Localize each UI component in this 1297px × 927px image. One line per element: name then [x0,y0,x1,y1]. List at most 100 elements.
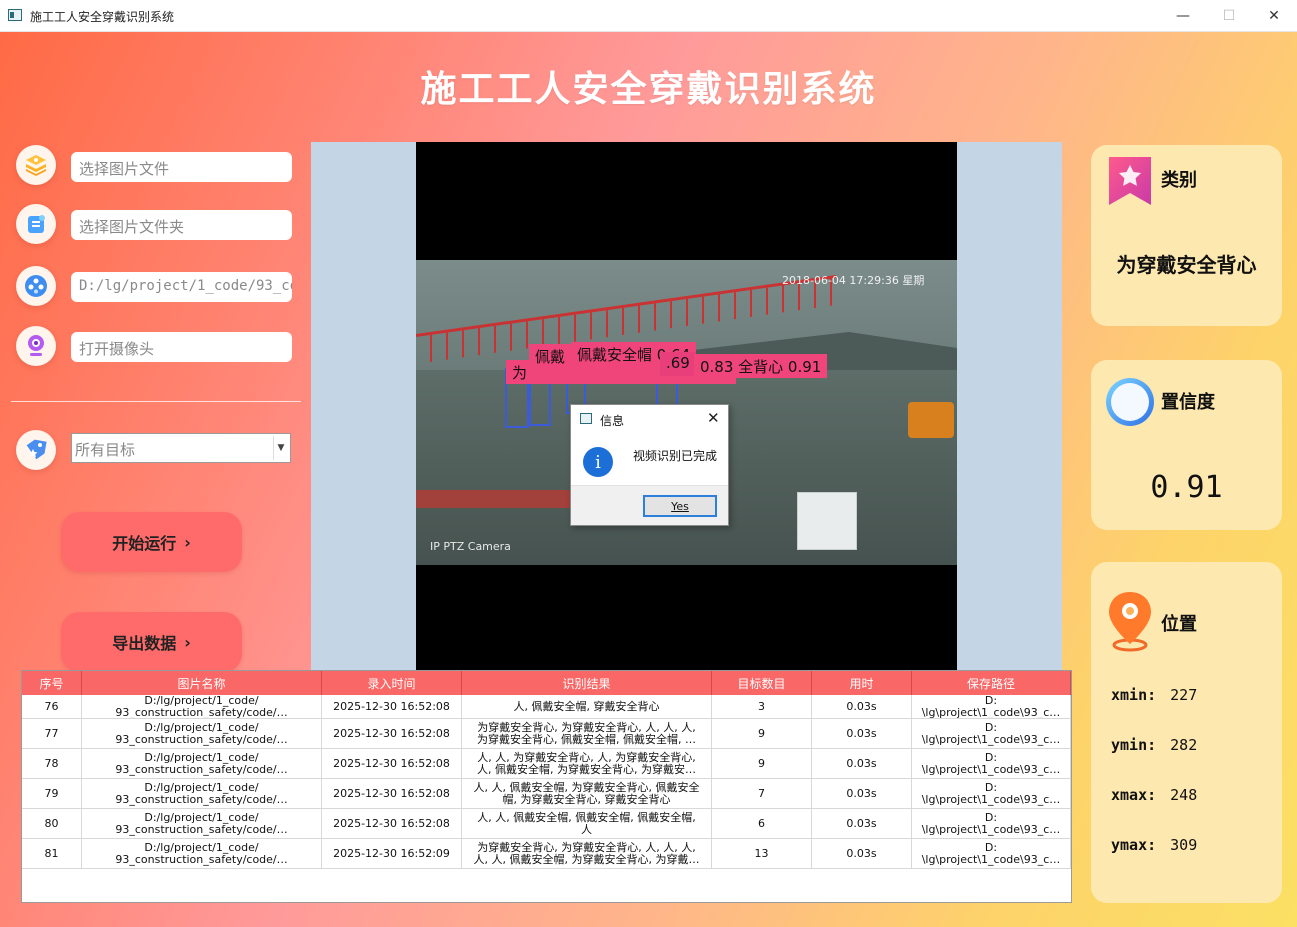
table-cell: D:/lg/project/1_code/ 93_construction_sa… [82,719,322,748]
column-header[interactable]: 目标数目 [712,671,812,695]
table-cell: D: \lg\project\1_code\93_c… [912,839,1071,868]
table-header: 序号 图片名称 录入时间 识别结果 目标数目 用时 保存路径 [22,671,1071,695]
yes-button[interactable]: Yes [643,495,717,517]
export-button-label: 导出数据 [112,634,177,653]
export-button[interactable]: 导出数据 › [61,612,242,672]
confidence-value: 0.91 [1150,470,1223,505]
chevron-down-icon[interactable]: ▼ [273,436,288,460]
close-button[interactable]: ✕ [1251,0,1297,32]
table-row[interactable]: 77 D:/lg/project/1_code/ 93_construction_… [22,719,1071,749]
table-cell: D:/lg/project/1_code/ 93_construction_sa… [82,749,322,778]
xmax-label: xmax: [1111,786,1157,804]
start-button-label: 开始运行 [112,534,177,553]
table-cell: D:/lg/project/1_code/ 93_construction_sa… [82,809,322,838]
table-cell: D: \lg\project\1_code\93_c… [912,809,1071,838]
table-cell: D: \lg\project\1_code\93_c… [912,719,1071,748]
detection-label: 0.83 全背心 0.91 [694,354,828,378]
app-title: 施工工人安全穿戴识别系统 [420,69,877,110]
category-card: 类别 为穿戴安全背心 [1091,145,1282,326]
table-row[interactable]: 81 D:/lg/project/1_code/ 93_construction_… [22,839,1071,869]
folder-icon[interactable] [16,204,56,244]
chevron-right-icon: › [184,632,191,652]
ymax-label: ymax: [1111,836,1157,854]
table-cell: 6 [712,809,812,838]
column-header[interactable]: 序号 [22,671,82,695]
ymax-value: 309 [1170,836,1198,854]
xmax-row: xmax: 248 [1111,786,1197,804]
column-header[interactable]: 用时 [812,671,912,695]
table-cell: 2025-12-30 16:52:08 [322,695,462,718]
column-header[interactable]: 识别结果 [462,671,712,695]
table-cell: 81 [22,839,82,868]
table-cell: 人, 人, 为穿戴安全背心, 人, 为穿戴安全背心, 人, 佩戴安全帽, 为穿戴… [462,749,712,778]
video-icon[interactable] [16,266,56,306]
table-cell: 0.03s [812,779,912,808]
table-row[interactable]: 78 D:/lg/project/1_code/ 93_construction_… [22,749,1071,779]
table-cell: 2025-12-30 16:52:08 [322,749,462,778]
camera-label: IP PTZ Camera [430,540,511,553]
app-icon [580,413,592,424]
table-cell: 0.03s [812,695,912,718]
table-cell: D: \lg\project\1_code\93_c… [912,779,1071,808]
table-cell: 为穿戴安全背心, 为穿戴安全背心, 人, 人, 人, 为穿戴安全背心, 佩戴安全… [462,719,712,748]
ymin-value: 282 [1170,736,1198,754]
dialog-title: 信息 [600,414,625,428]
table-row[interactable]: 79 D:/lg/project/1_code/ 93_construction_… [22,779,1071,809]
ring-icon [1106,378,1154,426]
open-camera-field[interactable]: 打开摄像头 [71,332,292,362]
star-bookmark-icon [1109,157,1151,205]
xmin-label: xmin: [1111,686,1157,704]
webcam-icon[interactable] [16,326,56,366]
table-cell: 76 [22,695,82,718]
table-cell: D: \lg\project\1_code\93_c… [912,695,1071,718]
table-cell: 0.03s [812,719,912,748]
detection-label: .69 [660,352,696,376]
dialog-footer: Yes [571,485,728,525]
table-row[interactable]: 80 D:/lg/project/1_code/ 93_construction_… [22,809,1071,839]
ymin-label: ymin: [1111,736,1157,754]
column-header[interactable]: 录入时间 [322,671,462,695]
image-stack-icon[interactable] [16,145,56,185]
start-button[interactable]: 开始运行 › [61,512,242,572]
table-cell: 人, 佩戴安全帽, 穿戴安全背心 [462,695,712,718]
table-row[interactable]: 76 D:/lg/project/1_code/ 93_construction_… [22,695,1071,719]
confidence-label: 置信度 [1161,392,1215,413]
info-icon: i [583,447,613,477]
table-cell: 80 [22,809,82,838]
dialog-titlebar: 信息 ✕ [571,405,728,433]
select-image-field[interactable]: 选择图片文件 [71,152,292,182]
select-folder-field[interactable]: 选择图片文件夹 [71,210,292,240]
table-cell: 3 [712,695,812,718]
table-cell: 人, 人, 佩戴安全帽, 为穿戴安全背心, 佩戴安全 帽, 为穿戴安全背心, 穿… [462,779,712,808]
divider [11,401,301,402]
video-path-field[interactable]: D:/lg/project/1_code/93_con [71,272,292,302]
table-cell: D: \lg\project\1_code\93_c… [912,749,1071,778]
maximize-button[interactable]: ☐ [1206,0,1252,32]
table-cell: 人, 人, 佩戴安全帽, 佩戴安全帽, 佩戴安全帽, 人 [462,809,712,838]
table-cell: 79 [22,779,82,808]
category-value: 为穿戴安全背心 [1116,253,1257,277]
dialog-message: 视频识别已完成 [633,449,718,463]
target-select[interactable]: 所有目标 ▼ [71,433,291,463]
timestamp: 2018-06-04 17:29:36 星期 [782,274,925,287]
table-cell: 7 [712,779,812,808]
close-icon[interactable]: ✕ [707,409,720,427]
table-cell: 0.03s [812,839,912,868]
column-header[interactable]: 保存路径 [912,671,1071,695]
column-header[interactable]: 图片名称 [82,671,322,695]
minimize-button[interactable]: — [1160,0,1206,32]
xmin-row: xmin: 227 [1111,686,1197,704]
table-cell: D:/lg/project/1_code/ 93_construction_sa… [82,779,322,808]
xmax-value: 248 [1170,786,1198,804]
machine [908,402,954,438]
window-titlebar: 施工工人安全穿戴识别系统 — ☐ ✕ [0,0,1297,32]
ymax-row: ymax: 309 [1111,836,1197,854]
table-body: 76 D:/lg/project/1_code/ 93_construction_… [22,695,1071,869]
confidence-card: 置信度 0.91 [1091,360,1282,530]
table-cell: 为穿戴安全背心, 为穿戴安全背心, 人, 人, 人, 人, 人, 佩戴安全帽, … [462,839,712,868]
table-cell: D:/lg/project/1_code/ 93_construction_sa… [82,839,322,868]
location-pin-icon [1109,592,1151,652]
table-cell: 9 [712,749,812,778]
target-select-value: 所有目标 [75,441,136,459]
position-card: 位置 xmin: 227 ymin: 282 xmax: 248 ymax: 309 [1091,562,1282,903]
